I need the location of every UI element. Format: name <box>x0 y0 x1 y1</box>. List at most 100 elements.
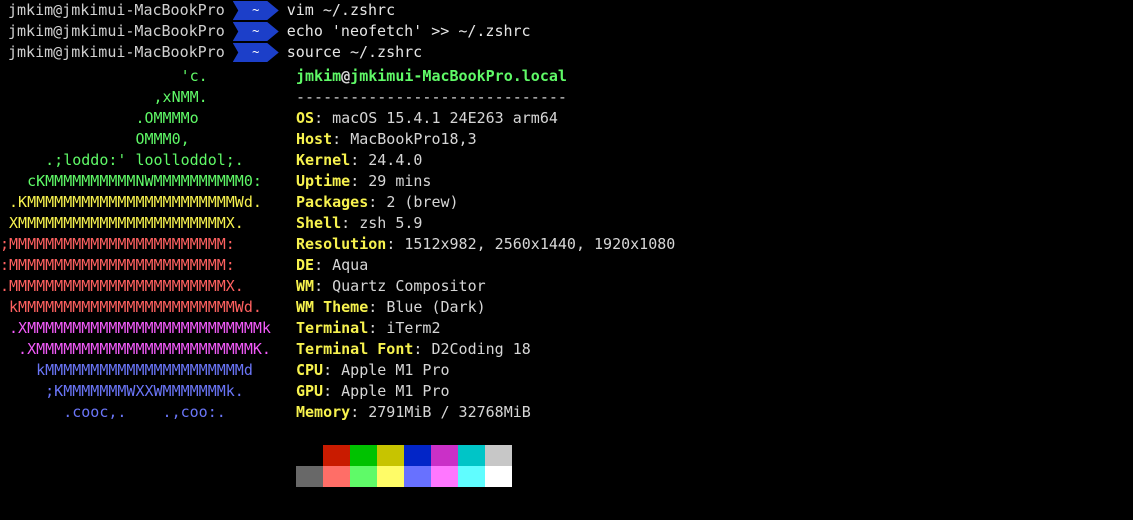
info-key: GPU <box>296 382 324 400</box>
logo-line: OMMM0, <box>0 130 190 148</box>
info-separator: : <box>350 403 369 421</box>
color-swatch <box>350 445 377 466</box>
color-swatch <box>377 466 404 487</box>
command-line: jmkim@jmkimui-MacBookPro ~ echo 'neofetch'… <box>8 21 531 42</box>
color-swatch <box>485 466 512 487</box>
info-key: Memory <box>296 403 351 421</box>
info-value: D2Coding 18 <box>431 340 531 358</box>
command-text: echo 'neofetch' >> ~/.zshrc <box>286 22 531 40</box>
color-swatch <box>404 466 431 487</box>
info-value: 2791MiB / 32768MiB <box>368 403 531 421</box>
color-swatch <box>458 466 485 487</box>
info-value: Apple M1 Pro <box>341 361 450 379</box>
logo-line: kMMMMMMMMMMMMMMMMMMMMMMd <box>0 361 253 379</box>
info-key: Shell <box>296 214 342 232</box>
logo-line: ;KMMMMMMMWXXWMMMMMMMk. <box>0 382 244 400</box>
info-row: Packages: 2 (brew) <box>296 192 459 213</box>
prompt-user-host: jmkim@jmkimui-MacBookPro <box>8 43 225 61</box>
info-row: WM: Quartz Compositor <box>296 276 486 297</box>
info-row: DE: Aqua <box>296 255 368 276</box>
info-title: jmkim@jmkimui-MacBookPro.local <box>296 66 567 87</box>
info-key: Uptime <box>296 172 351 190</box>
info-separator: : <box>368 298 387 316</box>
prompt-directory-segment: ~ <box>232 22 279 41</box>
info-value: 24.4.0 <box>368 151 423 169</box>
color-swatch <box>377 445 404 466</box>
info-separator: : <box>314 256 333 274</box>
logo-line: ;MMMMMMMMMMMMMMMMMMMMMMMM: <box>0 235 235 253</box>
info-key: Kernel <box>296 151 351 169</box>
color-swatch <box>404 445 431 466</box>
logo-line: .XMMMMMMMMMMMMMMMMMMMMMMMMK. <box>0 340 271 358</box>
info-key: WM <box>296 277 315 295</box>
logo-line: .XMMMMMMMMMMMMMMMMMMMMMMMMMMk <box>0 319 271 337</box>
info-separator: : <box>323 382 342 400</box>
info-separator: : <box>323 361 342 379</box>
info-row: Terminal: iTerm2 <box>296 318 441 339</box>
logo-line: :MMMMMMMMMMMMMMMMMMMMMMMM: <box>0 256 235 274</box>
info-value: Quartz Compositor <box>332 277 486 295</box>
color-swatch <box>431 466 458 487</box>
info-row: WM Theme: Blue (Dark) <box>296 297 486 318</box>
title-at-sign: @ <box>341 67 351 85</box>
prompt-directory-segment: ~ <box>232 1 279 20</box>
command-text: vim ~/.zshrc <box>286 1 396 19</box>
info-row: OS: macOS 15.4.1 24E263 arm64 <box>296 108 558 129</box>
info-separator: : <box>386 235 405 253</box>
prompt-user-host: jmkim@jmkimui-MacBookPro <box>8 1 225 19</box>
info-row: Resolution: 1512x982, 2560x1440, 1920x10… <box>296 234 675 255</box>
logo-line: .OMMMMo <box>0 109 199 127</box>
info-separator: : <box>350 151 369 169</box>
info-separator: : <box>314 277 333 295</box>
info-separator: : <box>413 340 432 358</box>
info-key: CPU <box>296 361 324 379</box>
info-separator: : <box>332 130 351 148</box>
info-separator: : <box>341 214 360 232</box>
info-key: OS <box>296 109 315 127</box>
title-user: jmkim <box>296 67 342 85</box>
color-swatch <box>296 466 323 487</box>
logo-line: ,xNMM. <box>0 88 208 106</box>
info-separator: : <box>314 109 333 127</box>
logo-line: .MMMMMMMMMMMMMMMMMMMMMMMMX. <box>0 277 244 295</box>
info-key: Host <box>296 130 333 148</box>
info-key: Terminal Font <box>296 340 414 358</box>
info-value: zsh 5.9 <box>359 214 423 232</box>
info-row: GPU: Apple M1 Pro <box>296 381 450 402</box>
logo-line: .cooc,. .,coo:. <box>0 403 226 421</box>
color-swatch <box>431 445 458 466</box>
palette-row-bright <box>296 466 512 487</box>
info-value: macOS 15.4.1 24E263 arm64 <box>332 109 558 127</box>
info-value: iTerm2 <box>386 319 441 337</box>
color-swatch <box>350 466 377 487</box>
info-row: Memory: 2791MiB / 32768MiB <box>296 402 531 423</box>
logo-line: .;loddo:' loolloddol;. <box>0 151 244 169</box>
logo-line: XMMMMMMMMMMMMMMMMMMMMMMMX. <box>0 214 244 232</box>
info-row: Host: MacBookPro18,3 <box>296 129 477 150</box>
info-separator: : <box>350 172 369 190</box>
command-line: jmkim@jmkimui-MacBookPro ~ source ~/.zshrc <box>8 42 422 63</box>
logo-line: cKMMMMMMMMMMNWMMMMMMMMMM0: <box>0 172 262 190</box>
color-swatch <box>323 466 350 487</box>
palette-row-normal <box>296 445 512 466</box>
logo-line: 'c. <box>0 67 208 85</box>
info-separator: : <box>368 319 387 337</box>
title-hostname: jmkimui-MacBookPro.local <box>350 67 567 85</box>
logo-line: kMMMMMMMMMMMMMMMMMMMMMMMMWd. <box>0 298 262 316</box>
color-swatch <box>485 445 512 466</box>
info-value: 2 (brew) <box>386 193 459 211</box>
color-swatch <box>323 445 350 466</box>
info-value: Apple M1 Pro <box>341 382 450 400</box>
prompt-directory-segment: ~ <box>232 43 279 62</box>
info-value: 29 mins <box>368 172 432 190</box>
info-key: Resolution <box>296 235 387 253</box>
info-row: Kernel: 24.4.0 <box>296 150 422 171</box>
color-swatch <box>296 445 323 466</box>
info-row: Terminal Font: D2Coding 18 <box>296 339 531 360</box>
info-key: WM Theme <box>296 298 369 316</box>
info-value: Aqua <box>332 256 369 274</box>
info-row: Shell: zsh 5.9 <box>296 213 422 234</box>
info-row: Uptime: 29 mins <box>296 171 431 192</box>
info-separator: : <box>368 193 387 211</box>
terminal-window[interactable]: jmkim@jmkimui-MacBookPro ~ vim ~/.zshrc jmk… <box>0 0 1133 520</box>
